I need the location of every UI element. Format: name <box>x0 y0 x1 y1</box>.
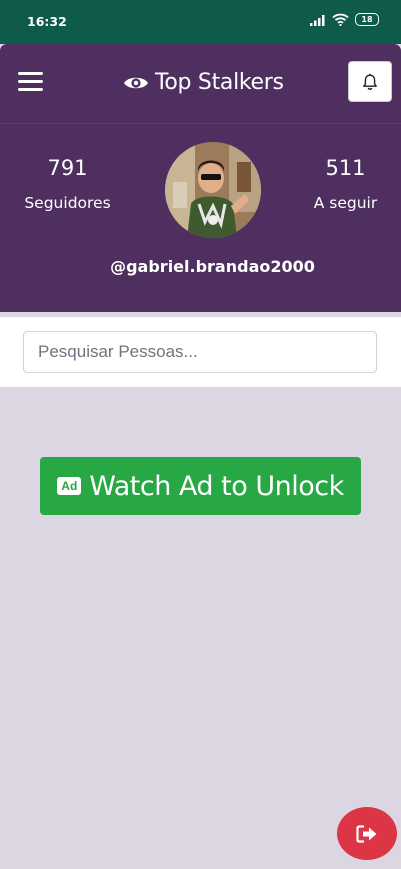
following-label: A seguir <box>313 194 378 212</box>
hamburger-menu-icon[interactable] <box>18 72 43 92</box>
status-bar: 16:32 18 <box>0 0 401 44</box>
watch-ad-unlock-button[interactable]: Ad Watch Ad to Unlock <box>40 457 361 515</box>
followers-label: Seguidores <box>24 194 111 212</box>
wifi-icon <box>332 13 349 26</box>
bell-icon <box>363 73 377 90</box>
notifications-button[interactable] <box>348 61 392 102</box>
following-stat: 511 A seguir <box>308 156 383 212</box>
search-panel <box>0 317 401 387</box>
signal-icon <box>310 14 325 26</box>
brand: Top Stalkers <box>123 70 284 95</box>
status-time: 16:32 <box>27 14 67 29</box>
unlock-label: Watch Ad to Unlock <box>89 470 344 502</box>
app-title: Top Stalkers <box>155 70 284 95</box>
search-input[interactable] <box>23 331 377 373</box>
eye-icon <box>124 77 148 88</box>
nav-bar: Top Stalkers <box>0 44 401 124</box>
profile-photo <box>165 142 261 238</box>
avatar <box>165 142 261 238</box>
ad-icon: Ad <box>57 477 82 495</box>
logout-button[interactable] <box>337 807 397 860</box>
username: @gabriel.brandao2000 <box>110 257 315 276</box>
app-header: Top Stalkers 791 Seguidores 511 A seguir… <box>0 44 401 312</box>
following-count: 511 <box>325 156 366 180</box>
followers-stat: 791 Seguidores <box>20 156 115 212</box>
sign-out-icon <box>356 824 377 843</box>
status-icons: 18 <box>310 13 379 26</box>
followers-count: 791 <box>47 156 88 180</box>
battery-icon: 18 <box>355 13 379 26</box>
